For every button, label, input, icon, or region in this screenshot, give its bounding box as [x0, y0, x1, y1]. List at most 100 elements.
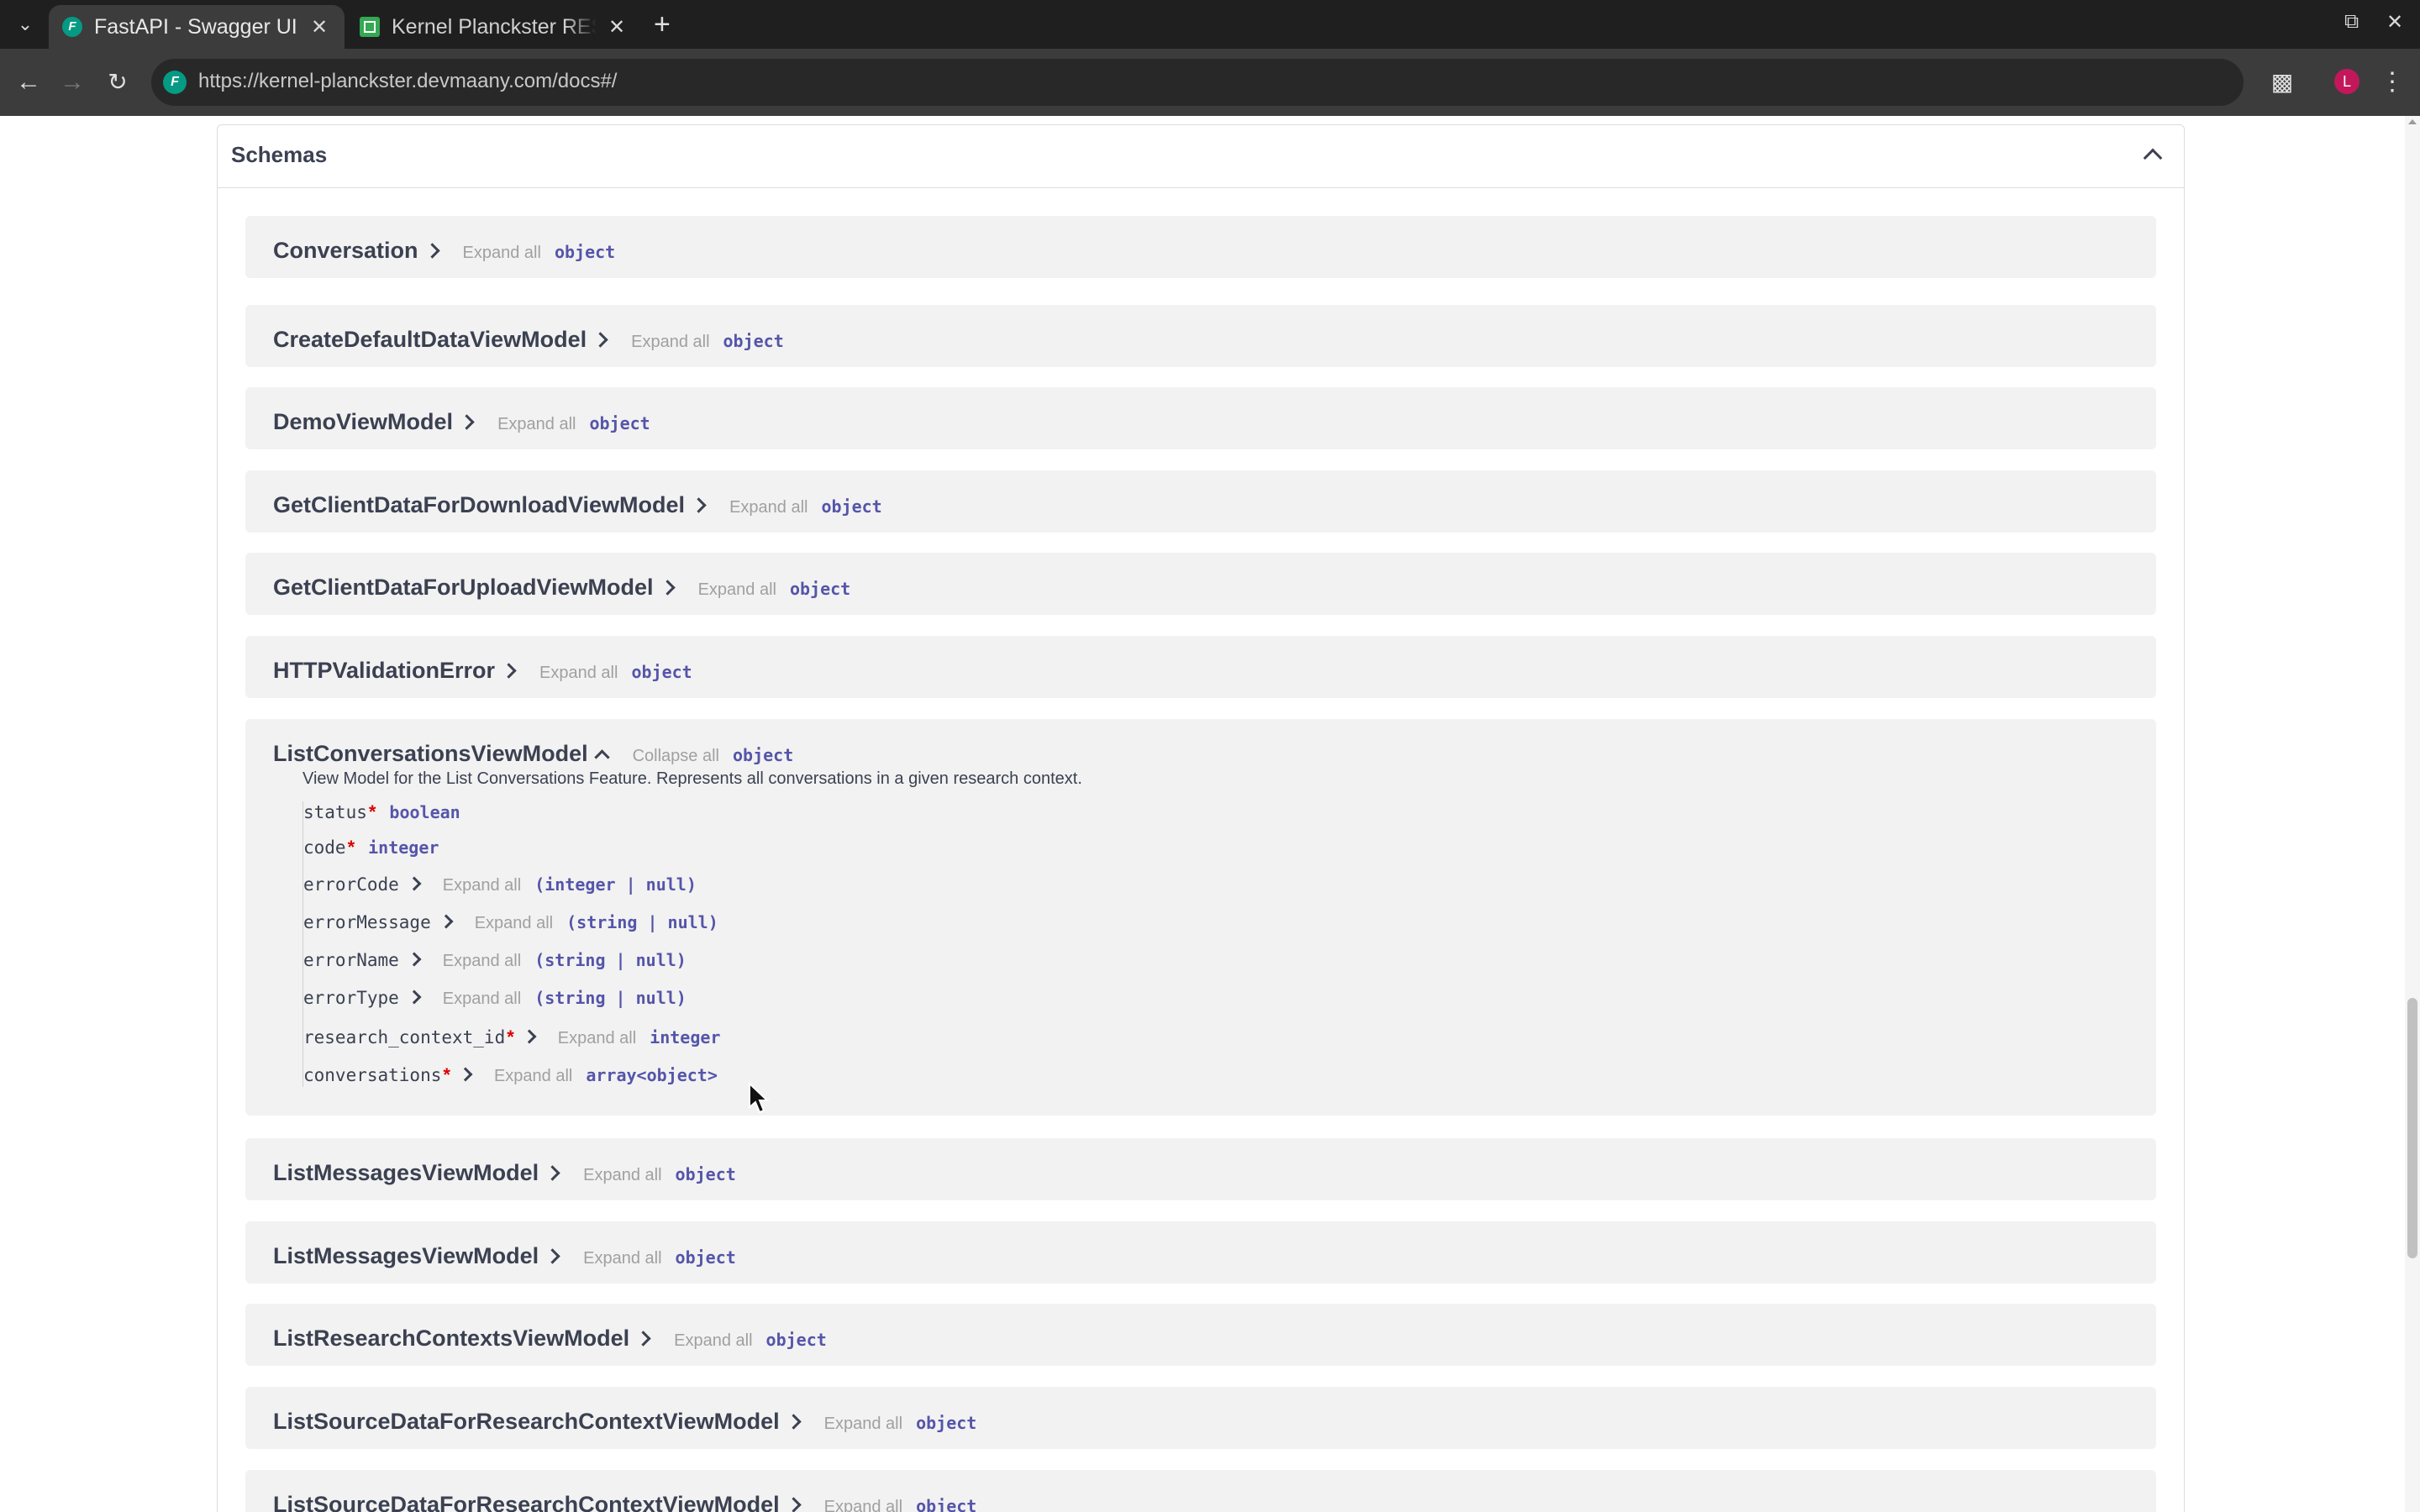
expand-all-button[interactable]: Expand all: [475, 914, 553, 933]
model-name[interactable]: GetClientDataForUploadViewModel: [273, 575, 654, 601]
tab-search-chevron-icon[interactable]: ⌄: [12, 11, 39, 38]
property-conversations[interactable]: conversations * Expand all array<object>: [303, 1064, 718, 1086]
profile-avatar[interactable]: L: [2334, 69, 2360, 94]
property-error-type[interactable]: errorType Expand all (string | null): [303, 988, 687, 1009]
expand-all-button[interactable]: Expand all: [698, 580, 776, 600]
new-tab-plus-icon[interactable]: +: [654, 10, 671, 39]
expand-all-button[interactable]: Expand all: [443, 990, 521, 1009]
model-conversation[interactable]: Conversation Expand all object: [245, 216, 2156, 278]
property-name[interactable]: errorCode: [303, 874, 399, 895]
expand-all-button[interactable]: Expand all: [729, 498, 808, 517]
property-error-name[interactable]: errorName Expand all (string | null): [303, 950, 687, 971]
expand-all-button[interactable]: Expand all: [674, 1331, 752, 1351]
address-bar[interactable]: F https://kernel-planckster.devmaany.com…: [151, 59, 2244, 106]
property-name[interactable]: errorMessage: [303, 912, 431, 932]
model-name[interactable]: ListSourceDataForResearchContextViewMode…: [273, 1492, 780, 1512]
expand-all-button[interactable]: Expand all: [824, 1498, 902, 1512]
model-name[interactable]: Conversation: [273, 238, 418, 264]
close-window-icon[interactable]: ✕: [2386, 10, 2403, 34]
chevron-right-icon[interactable]: [544, 1165, 560, 1181]
schemas-header[interactable]: Schemas: [218, 125, 2184, 188]
model-name[interactable]: GetClientDataForDownloadViewModel: [273, 492, 685, 518]
page-scrollbar[interactable]: [2405, 116, 2420, 1512]
property-research-context-id[interactable]: research_context_id * Expand all integer: [303, 1026, 720, 1048]
chevron-up-icon[interactable]: [2144, 145, 2162, 164]
tab-strip: ⌄ F FastAPI - Swagger UI ✕ Kernel Planck…: [0, 0, 2420, 49]
expand-all-button[interactable]: Expand all: [824, 1415, 902, 1434]
forward-arrow-icon[interactable]: →: [55, 66, 89, 99]
chevron-up-icon[interactable]: [593, 749, 610, 765]
chevron-right-icon[interactable]: [785, 1497, 802, 1512]
model-name[interactable]: ListMessagesViewModel: [273, 1160, 539, 1186]
model-name[interactable]: ListResearchContextsViewModel: [273, 1326, 629, 1352]
model-list-conversations-view-model[interactable]: ListConversationsViewModel Collapse all …: [245, 719, 2156, 1116]
model-list-research-contexts-view-model[interactable]: ListResearchContextsViewModel Expand all…: [245, 1304, 2156, 1366]
chevron-right-icon[interactable]: [458, 1067, 473, 1082]
chevron-right-icon[interactable]: [407, 990, 422, 1005]
property-name[interactable]: research_context_id: [303, 1027, 505, 1047]
expand-all-button[interactable]: Expand all: [583, 1249, 661, 1268]
model-list-source-data-for-research-context[interactable]: ListSourceDataForResearchContextViewMode…: [245, 1387, 2156, 1449]
model-demo-view-model[interactable]: DemoViewModel Expand all object: [245, 387, 2156, 449]
model-get-client-data-for-download[interactable]: GetClientDataForDownloadViewModel Expand…: [245, 470, 2156, 533]
model-name[interactable]: ListMessagesViewModel: [273, 1243, 539, 1269]
chevron-right-icon[interactable]: [424, 243, 440, 259]
chevron-right-icon[interactable]: [785, 1414, 802, 1430]
model-list-messages-view-model[interactable]: ListMessagesViewModel Expand all object: [245, 1221, 2156, 1284]
tab-close-icon[interactable]: ✕: [309, 15, 329, 39]
tab-close-icon[interactable]: ✕: [607, 15, 627, 39]
model-create-default-data-view-model[interactable]: CreateDefaultDataViewModel Expand all ob…: [245, 305, 2156, 367]
property-name[interactable]: conversations: [303, 1065, 441, 1085]
model-name[interactable]: DemoViewModel: [273, 409, 453, 435]
property-error-message[interactable]: errorMessage Expand all (string | null): [303, 912, 718, 933]
expand-all-button[interactable]: Expand all: [463, 244, 541, 263]
chevron-right-icon[interactable]: [407, 876, 422, 891]
model-name[interactable]: CreateDefaultDataViewModel: [273, 327, 587, 353]
expand-all-button[interactable]: Expand all: [631, 333, 709, 352]
model-name[interactable]: ListSourceDataForResearchContextViewMode…: [273, 1409, 780, 1435]
model-http-validation-error[interactable]: HTTPValidationError Expand all object: [245, 636, 2156, 698]
property-name[interactable]: errorType: [303, 988, 399, 1008]
expand-all-button[interactable]: Expand all: [494, 1067, 572, 1086]
expand-all-button[interactable]: Expand all: [583, 1166, 661, 1185]
back-arrow-icon[interactable]: ←: [12, 66, 45, 99]
chevron-right-icon[interactable]: [459, 414, 475, 430]
kebab-menu-icon[interactable]: ⋮: [2380, 66, 2405, 99]
restore-window-icon[interactable]: ⧉: [2344, 10, 2359, 34]
site-info-icon[interactable]: F: [163, 71, 187, 94]
scrollbar-thumb[interactable]: [2407, 998, 2417, 1258]
property-name: status: [303, 802, 367, 822]
property-name[interactable]: errorName: [303, 950, 399, 970]
expand-all-button[interactable]: Expand all: [443, 952, 521, 971]
model-type: object: [821, 496, 882, 517]
reload-icon[interactable]: ↻: [101, 66, 134, 99]
expand-all-button[interactable]: Expand all: [497, 415, 576, 434]
expand-all-button[interactable]: Expand all: [558, 1029, 636, 1048]
chevron-right-icon[interactable]: [522, 1029, 537, 1044]
chevron-right-icon[interactable]: [659, 580, 676, 596]
property-code: code * integer: [303, 837, 439, 858]
model-type: object: [916, 1413, 977, 1433]
expand-all-button[interactable]: Expand all: [539, 664, 618, 683]
model-list-source-data-for-research-context[interactable]: ListSourceDataForResearchContextViewMode…: [245, 1470, 2156, 1512]
collapse-all-button[interactable]: Collapse all: [633, 747, 719, 766]
chevron-right-icon[interactable]: [407, 952, 422, 967]
model-name[interactable]: ListConversationsViewModel: [273, 741, 588, 767]
chevron-right-icon[interactable]: [544, 1248, 560, 1264]
scroll-up-arrow-icon[interactable]: [2408, 119, 2417, 124]
chevron-right-icon[interactable]: [635, 1331, 651, 1347]
property-error-code[interactable]: errorCode Expand all (integer | null): [303, 874, 697, 895]
chevron-right-icon[interactable]: [439, 914, 454, 929]
extensions-puzzle-icon[interactable]: ▩: [2265, 66, 2299, 99]
chevron-right-icon[interactable]: [691, 497, 707, 513]
chevron-right-icon[interactable]: [592, 332, 608, 348]
model-name[interactable]: HTTPValidationError: [273, 658, 495, 684]
expand-all-button[interactable]: Expand all: [443, 876, 521, 895]
tab-kernel-planckster[interactable]: Kernel Planckster RES ✕: [346, 5, 640, 49]
chevron-right-icon[interactable]: [501, 663, 517, 679]
model-get-client-data-for-upload[interactable]: GetClientDataForUploadViewModel Expand a…: [245, 553, 2156, 615]
property-name: code: [303, 837, 346, 858]
model-list-messages-view-model[interactable]: ListMessagesViewModel Expand all object: [245, 1138, 2156, 1200]
tab-swagger-ui[interactable]: F FastAPI - Swagger UI ✕: [49, 5, 345, 49]
property-type: integer: [650, 1027, 721, 1047]
